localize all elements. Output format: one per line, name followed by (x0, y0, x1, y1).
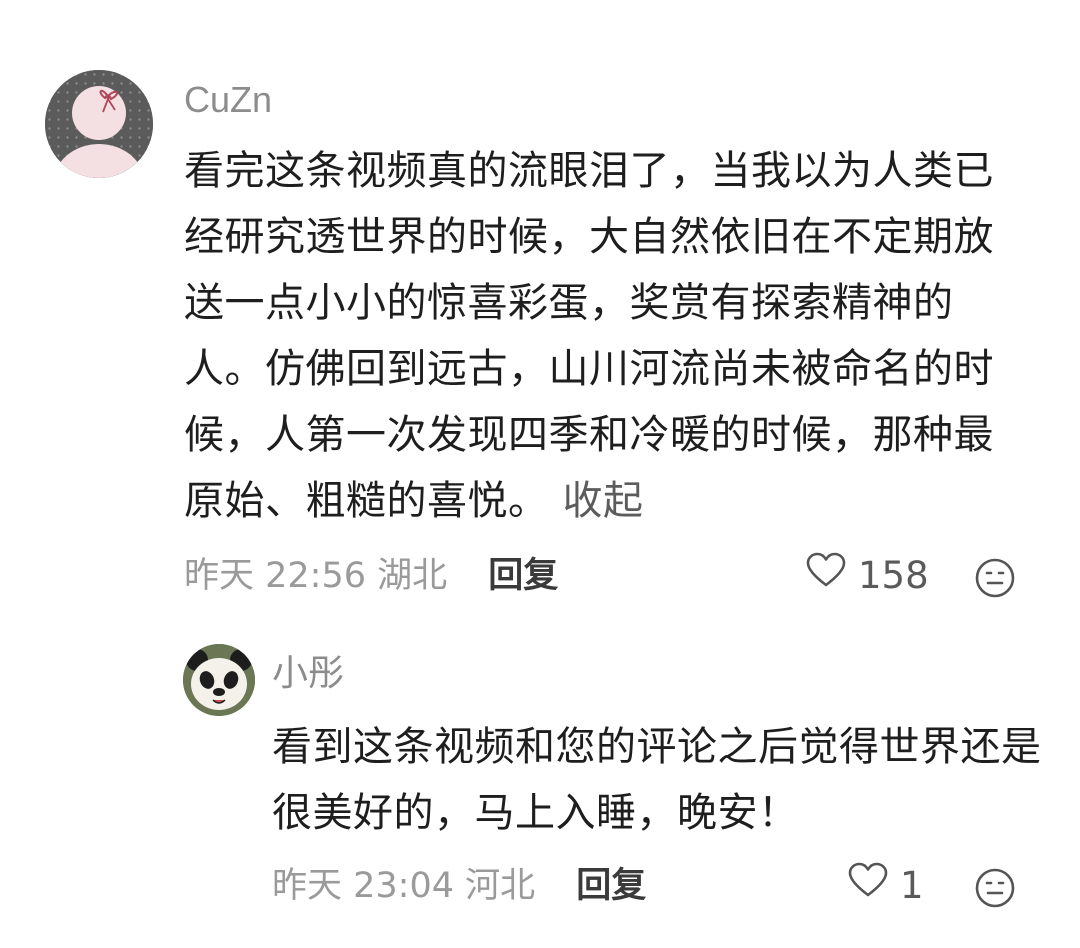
like-count: 158 (858, 554, 929, 597)
reply-reply-button[interactable]: 回复 (576, 866, 646, 906)
avatar[interactable] (45, 70, 153, 178)
pink-bow-avatar-icon (45, 70, 153, 178)
comment-time: 昨天 22:56 (184, 556, 366, 596)
neutral-face-icon[interactable] (974, 867, 1016, 909)
reply-avatar[interactable] (183, 644, 255, 716)
comment-username[interactable]: CuZn (184, 76, 272, 124)
comment-meta: 昨天 22:56 湖北 回复 (184, 552, 558, 600)
reply-text: 看到这条视频和您的评论之后觉得世界还是很美好的，马上入睡，晚安！ (272, 724, 1042, 836)
heart-outline-icon (806, 552, 846, 600)
comment-body: 看完这条视频真的流眼泪了，当我以为人类已经研究透世界的时候，大自然依旧在不定期放… (184, 148, 994, 524)
panda-avatar-icon (183, 644, 255, 716)
comment-thread: CuZn 看完这条视频真的流眼泪了，当我以为人类已经研究透世界的时候，大自然依旧… (0, 0, 1080, 948)
reply-location: 河北 (465, 866, 536, 906)
reply-like-button[interactable]: 1 (848, 862, 924, 910)
reply-button[interactable]: 回复 (488, 556, 558, 596)
collapse-button[interactable]: 收起 (563, 478, 644, 524)
like-button[interactable]: 158 (806, 552, 929, 600)
neutral-face-icon[interactable] (974, 557, 1016, 599)
reply-like-count: 1 (900, 864, 924, 907)
reply-username[interactable]: 小彤 (272, 650, 344, 698)
comment-text: 看完这条视频真的流眼泪了，当我以为人类已经研究透世界的时候，大自然依旧在不定期放… (184, 138, 1034, 534)
reply-meta: 昨天 23:04 河北 回复 (272, 862, 646, 910)
heart-outline-icon (848, 862, 888, 910)
reply-time: 昨天 23:04 (272, 866, 454, 906)
comment-location: 湖北 (377, 556, 448, 596)
